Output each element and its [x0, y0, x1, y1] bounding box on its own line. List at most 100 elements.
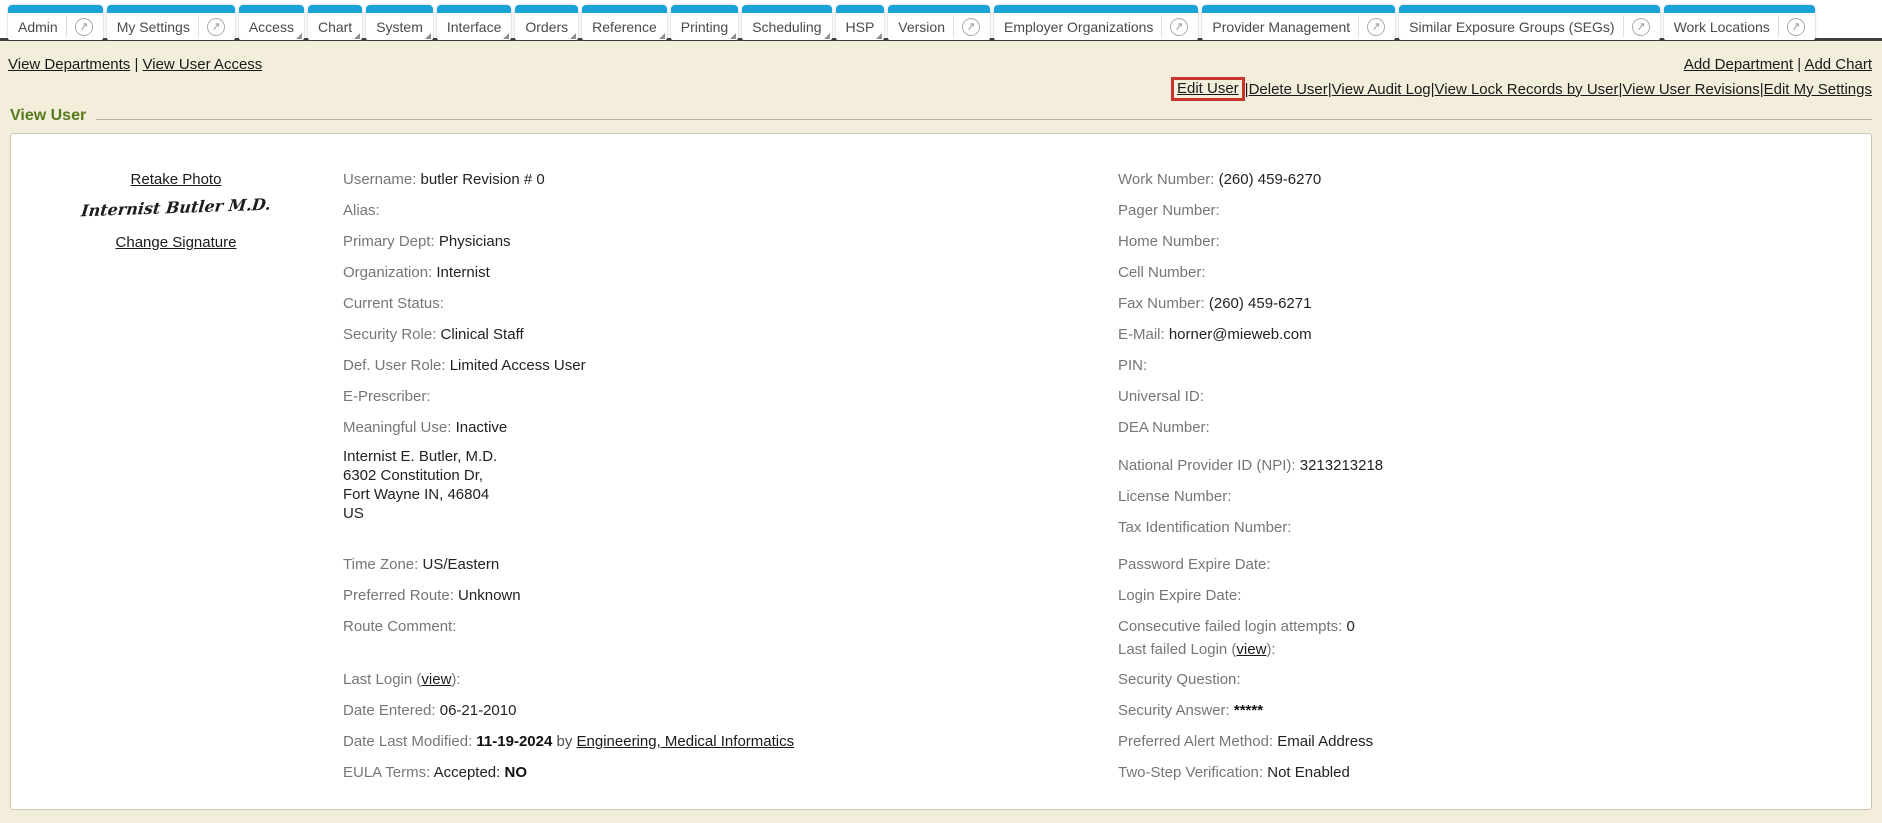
field-value: US/Eastern [418, 556, 499, 573]
tab-similar-exposure-groups-segs[interactable]: Similar Exposure Groups (SEGs) ↗ [1399, 5, 1659, 40]
inline-link[interactable]: view [1236, 641, 1266, 658]
field-spacer [343, 523, 983, 549]
field-value: 06-21-2010 [436, 702, 517, 719]
tab-admin[interactable]: Admin ↗ [8, 5, 103, 40]
field-row: Security Answer: ***** [1118, 695, 1758, 726]
tab-label: Interface [447, 19, 501, 35]
tab-interface[interactable]: Interface [437, 5, 511, 40]
tab-access[interactable]: Access [239, 5, 304, 40]
link-edit-my-settings[interactable]: Edit My Settings [1764, 81, 1872, 98]
tab-work-locations[interactable]: Work Locations ↗ [1664, 5, 1815, 40]
tab-orders[interactable]: Orders [515, 5, 578, 40]
field-row: Date Entered: 06-21-2010 [343, 695, 983, 726]
link-view-audit-log[interactable]: View Audit Log [1332, 81, 1431, 98]
highlight-box: Edit User [1171, 77, 1245, 102]
field-label: Alias: [343, 202, 380, 219]
tab-bar: Admin↗My Settings↗AccessChartSystemInter… [0, 0, 1882, 41]
field-label: Username: [343, 171, 416, 188]
tab-printing[interactable]: Printing [671, 5, 738, 40]
tab-separator [66, 16, 67, 37]
field-row: Current Status: [343, 288, 983, 319]
tab-label: Work Locations [1674, 19, 1770, 35]
tab-body: Scheduling [742, 13, 831, 40]
field-row: Two-Step Verification: Not Enabled [1118, 757, 1758, 788]
field-label: Primary Dept: [343, 233, 435, 250]
open-new-window-icon[interactable]: ↗ [1630, 16, 1650, 36]
field-row: Date Last Modified: 11-19-2024 by Engine… [343, 726, 983, 757]
tab-reference[interactable]: Reference [582, 5, 667, 40]
field-row: Fax Number: (260) 459-6271 [1118, 288, 1758, 319]
field-value: Internist [432, 264, 490, 281]
tab-body: Version ↗ [888, 13, 990, 40]
tab-body: HSP [836, 13, 885, 40]
field-row: Consecutive failed login attempts: 0 [1118, 615, 1758, 638]
separator: | [130, 56, 142, 73]
tab-my-settings[interactable]: My Settings↗ [107, 5, 235, 40]
field-row: E-Prescriber: [343, 381, 983, 412]
field-value: butler Revision # 0 [416, 171, 544, 188]
tab-label: Access [249, 19, 294, 35]
change-signature-link[interactable]: Change Signature [116, 234, 237, 251]
inline-link[interactable]: Engineering, Medical Informatics [577, 733, 795, 750]
field-spacer [1118, 443, 1758, 450]
tab-body: Similar Exposure Groups (SEGs) ↗ [1399, 13, 1659, 40]
field-label: Tax Identification Number: [1118, 519, 1291, 536]
field-row: US [343, 504, 983, 523]
field-row: PIN: [1118, 350, 1758, 381]
tab-label: Scheduling [752, 19, 821, 35]
field-row: Route Comment: [343, 611, 983, 642]
tab-body: Printing [671, 13, 738, 40]
open-new-window-icon[interactable]: ↗ [1169, 16, 1189, 36]
field-label: Consecutive failed login attempts: [1118, 618, 1342, 635]
tab-label: Admin [18, 19, 58, 35]
field-row: Meaningful Use: Inactive [343, 412, 983, 443]
field-row: National Provider ID (NPI): 3213213218 [1118, 450, 1758, 481]
tab-employer-organizations[interactable]: Employer Organizations↗ [994, 5, 1198, 40]
field-value: Fort Wayne IN, 46804 [343, 486, 489, 503]
tab-accent-bar [515, 5, 578, 13]
field-row: Home Number: [1118, 226, 1758, 257]
open-new-window-icon[interactable]: ↗ [1366, 16, 1386, 36]
open-new-window-icon[interactable]: ↗ [206, 16, 226, 36]
link-edit-user[interactable]: Edit User [1177, 80, 1239, 97]
tab-label: Similar Exposure Groups (SEGs) [1409, 19, 1614, 35]
tab-label: Version [898, 19, 945, 35]
separator: | [1793, 56, 1804, 73]
field-label: Date Entered: [343, 702, 436, 719]
tab-version[interactable]: Version ↗ [888, 5, 990, 40]
field-row: E-Mail: horner@mieweb.com [1118, 319, 1758, 350]
retake-photo-link[interactable]: Retake Photo [131, 171, 222, 188]
tab-accent-bar [107, 5, 235, 13]
link-delete-user[interactable]: Delete User [1249, 81, 1328, 98]
field-label: National Provider ID (NPI): [1118, 457, 1296, 474]
open-new-window-icon[interactable]: ↗ [74, 16, 94, 36]
link-view-departments[interactable]: View Departments [8, 56, 130, 73]
user-action-links: Edit User | Delete User | View Audit Log… [1171, 76, 1872, 102]
field-label: Security Question: [1118, 671, 1241, 688]
open-new-window-icon[interactable]: ↗ [1786, 16, 1806, 36]
field-label: Security Answer: [1118, 702, 1230, 719]
tab-system[interactable]: System [366, 5, 433, 40]
tab-label: HSP [846, 19, 875, 35]
tab-accent-bar [1399, 5, 1659, 13]
link-view-user-revisions[interactable]: View User Revisions [1622, 81, 1759, 98]
tab-chart[interactable]: Chart [308, 5, 362, 40]
field-value: Email Address [1273, 733, 1373, 750]
inline-link[interactable]: view [421, 671, 451, 688]
tab-scheduling[interactable]: Scheduling [742, 5, 831, 40]
dropdown-corner-icon [876, 33, 882, 39]
tab-body: Employer Organizations↗ [994, 13, 1198, 40]
link-view-user-access[interactable]: View User Access [143, 56, 263, 73]
field-row: Username: butler Revision # 0 [343, 164, 983, 195]
field-row: Alias: [343, 195, 983, 226]
link-view-lock-records-by-user[interactable]: View Lock Records by User [1435, 81, 1619, 98]
link-add-department[interactable]: Add Department [1684, 56, 1793, 73]
field-label: Cell Number: [1118, 264, 1206, 281]
tab-provider-management[interactable]: Provider Management↗ [1202, 5, 1395, 40]
top-right-links: Add Department | Add Chart [1684, 56, 1872, 73]
link-add-chart[interactable]: Add Chart [1804, 56, 1872, 73]
field-label: Password Expire Date: [1118, 556, 1271, 573]
open-new-window-icon[interactable]: ↗ [961, 16, 981, 36]
tab-hsp[interactable]: HSP [836, 5, 885, 40]
field-value: Internist E. Butler, M.D. [343, 448, 497, 465]
